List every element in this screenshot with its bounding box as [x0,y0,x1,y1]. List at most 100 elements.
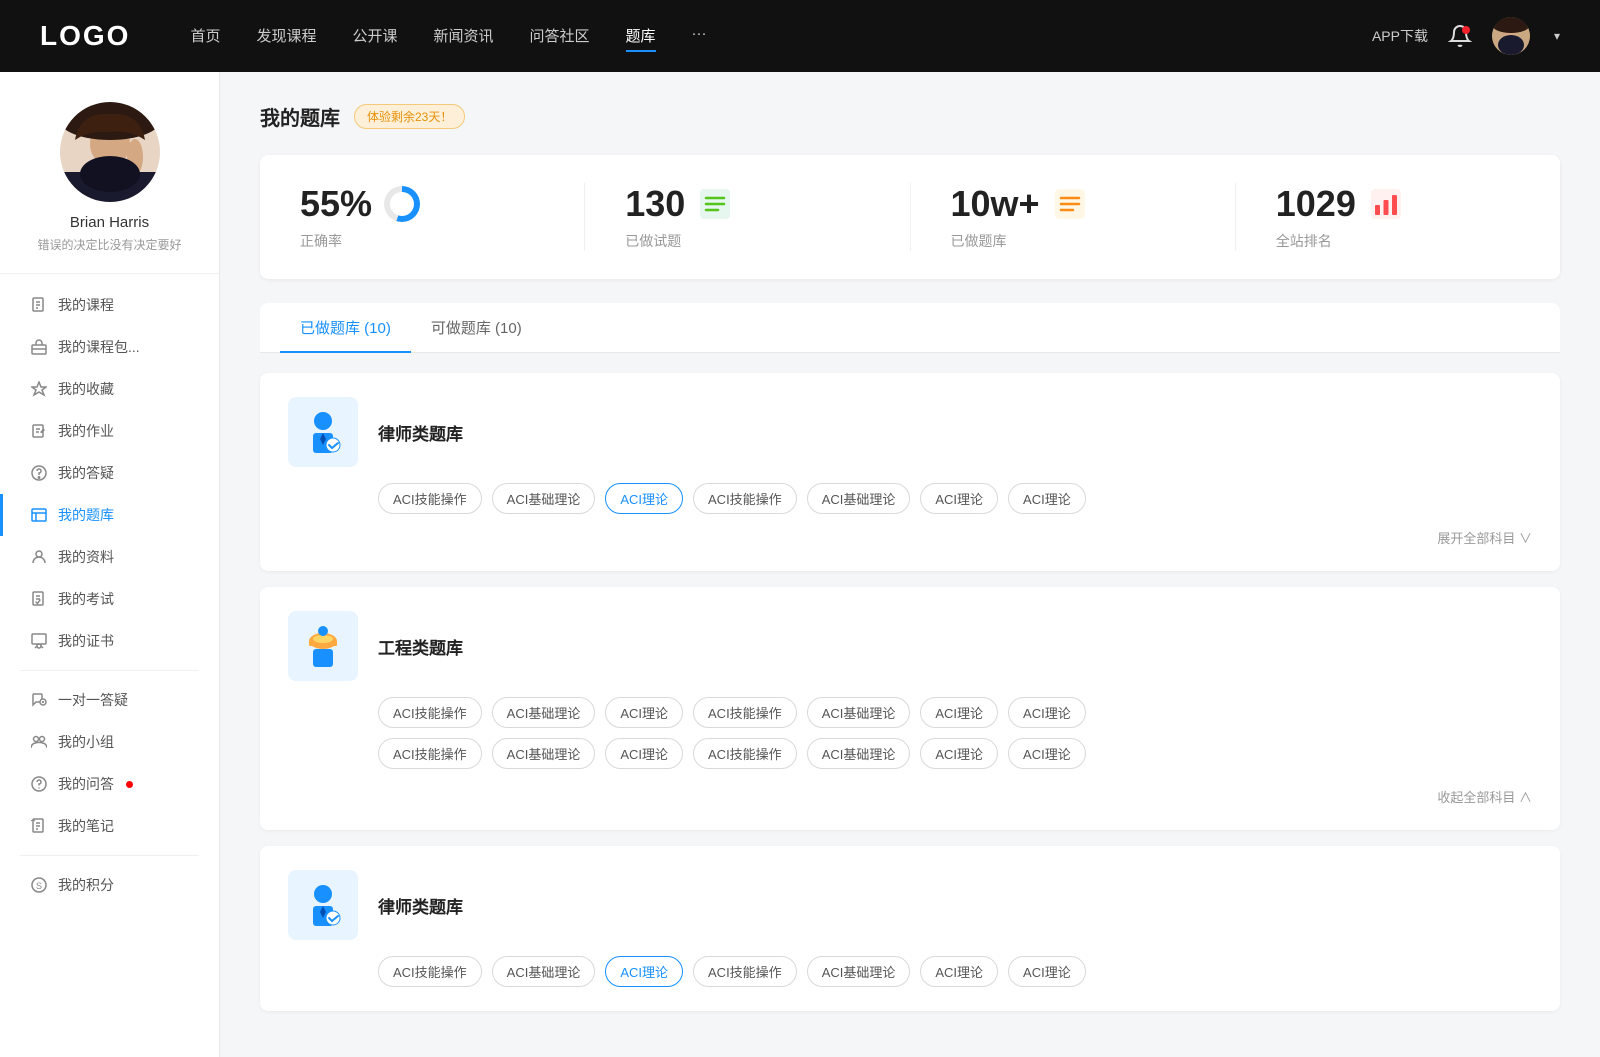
eng-tag-8[interactable]: ACI技能操作 [378,738,482,769]
engineer-tags-row-1: ACI技能操作 ACI基础理论 ACI理论 ACI技能操作 ACI基础理论 AC… [378,697,1532,728]
svg-text:S: S [36,881,42,891]
tag-aci-theory-3[interactable]: ACI理论 [1008,483,1086,514]
group-icon [30,733,48,751]
sidebar-label-my-packages: 我的课程包... [58,337,140,357]
stat-rank-value-row: 1029 [1276,183,1404,225]
law2-tag-2[interactable]: ACI基础理论 [492,956,596,987]
bank-card-lawyer-1-tags: ACI技能操作 ACI基础理论 ACI理论 ACI技能操作 ACI基础理论 AC… [378,483,1532,514]
sidebar-item-my-questions[interactable]: 我的问答 [0,763,219,805]
profile-name: Brian Harris [70,214,149,231]
bank-icon [30,506,48,524]
main-content: 我的题库 体验剩余23天！ 55% 正确率 130 [220,72,1600,1057]
sidebar-label-one-on-one: 一对一答疑 [58,690,128,710]
tutor-icon [30,691,48,709]
tag-aci-skill-op-1[interactable]: ACI技能操作 [378,483,482,514]
expand-link-lawyer-1[interactable]: 展开全部科目 ∨ [1437,528,1532,547]
divider-1 [20,670,199,671]
lawyer-2-icon [288,870,358,940]
sidebar-item-my-cert[interactable]: 我的证书 [0,620,219,662]
bank-card-engineer-title: 工程类题库 [378,634,463,659]
nav-open-course[interactable]: 公开课 [352,21,397,52]
eng-tag-1[interactable]: ACI技能操作 [378,697,482,728]
law2-tag-4[interactable]: ACI技能操作 [693,956,797,987]
sidebar-item-my-bank[interactable]: 我的题库 [0,494,219,536]
stat-accuracy: 55% 正确率 [260,183,585,251]
eng-tag-6[interactable]: ACI理论 [920,697,998,728]
sidebar-label-my-profile: 我的资料 [58,547,114,567]
eng-tag-10[interactable]: ACI理论 [605,738,683,769]
sidebar-item-one-on-one[interactable]: 一对一答疑 [0,679,219,721]
law2-tag-6[interactable]: ACI理论 [920,956,998,987]
stat-done-questions-value-row: 130 [625,183,733,225]
eng-tag-14[interactable]: ACI理论 [1008,738,1086,769]
tag-aci-theory-active[interactable]: ACI理论 [605,483,683,514]
list-green-icon [697,186,733,222]
tag-aci-basic-theory-2[interactable]: ACI基础理论 [807,483,911,514]
stat-done-questions: 130 已做试题 [585,183,910,251]
sidebar-item-my-profile[interactable]: 我的资料 [0,536,219,578]
eng-tag-13[interactable]: ACI理论 [920,738,998,769]
sidebar-label-my-points: 我的积分 [58,875,114,895]
eng-tag-12[interactable]: ACI基础理论 [807,738,911,769]
sidebar-item-my-homework[interactable]: 我的作业 [0,410,219,452]
tab-todo[interactable]: 可做题库 (10) [411,303,542,352]
bank-card-lawyer-2-tags: ACI技能操作 ACI基础理论 ACI理论 ACI技能操作 ACI基础理论 AC… [378,956,1532,987]
eng-tag-5[interactable]: ACI基础理论 [807,697,911,728]
sidebar-item-my-group[interactable]: 我的小组 [0,721,219,763]
sidebar-item-my-notes[interactable]: 我的笔记 [0,805,219,847]
page-header: 我的题库 体验剩余23天！ [260,102,1560,131]
app-download-button[interactable]: APP下载 [1372,26,1428,46]
bank-card-lawyer-1-footer: 展开全部科目 ∨ [288,520,1532,547]
notification-dot [126,781,133,788]
notification-bell-icon[interactable] [1448,24,1472,48]
profile-avatar [60,102,160,202]
tag-aci-skill-op-2[interactable]: ACI技能操作 [693,483,797,514]
tabs-row: 已做题库 (10) 可做题库 (10) [260,303,1560,353]
collapse-link-engineer[interactable]: 收起全部科目 ∧ [1437,787,1532,806]
tab-done[interactable]: 已做题库 (10) [280,303,411,352]
law2-tag-5[interactable]: ACI基础理论 [807,956,911,987]
nav-bank[interactable]: 题库 [626,21,656,52]
sidebar-item-my-exam[interactable]: 我的考试 [0,578,219,620]
navbar-right: APP下载 ▾ [1372,17,1560,55]
logo: LOGO [40,20,130,52]
eng-tag-11[interactable]: ACI技能操作 [693,738,797,769]
nav-more[interactable]: ··· [692,21,707,52]
bank-card-lawyer-1-title: 律师类题库 [378,420,463,445]
sidebar-item-my-favorites[interactable]: 我的收藏 [0,368,219,410]
points-icon: S [30,876,48,894]
law2-tag-7[interactable]: ACI理论 [1008,956,1086,987]
nav-discover[interactable]: 发现课程 [256,21,316,52]
law2-tag-1[interactable]: ACI技能操作 [378,956,482,987]
law2-tag-3-active[interactable]: ACI理论 [605,956,683,987]
avatar[interactable] [1492,17,1530,55]
tag-aci-basic-theory-1[interactable]: ACI基础理论 [492,483,596,514]
sidebar-label-my-group: 我的小组 [58,732,114,752]
lawyer-icon [288,397,358,467]
tag-aci-theory-2[interactable]: ACI理论 [920,483,998,514]
divider-2 [20,855,199,856]
eng-tag-9[interactable]: ACI基础理论 [492,738,596,769]
page-title: 我的题库 [260,102,340,131]
stat-done-banks-value: 10w+ [951,183,1040,225]
eng-tag-2[interactable]: ACI基础理论 [492,697,596,728]
bank-card-lawyer-2-header: 律师类题库 [288,870,1532,940]
bank-card-engineer-header: 工程类题库 [288,611,1532,681]
nav-qa[interactable]: 问答社区 [530,21,590,52]
eng-tag-3[interactable]: ACI理论 [605,697,683,728]
sidebar-item-my-packages[interactable]: 我的课程包... [0,326,219,368]
eng-tag-7[interactable]: ACI理论 [1008,697,1086,728]
nav-home[interactable]: 首页 [190,21,220,52]
eng-tag-4[interactable]: ACI技能操作 [693,697,797,728]
notes-icon [30,817,48,835]
user-dropdown-icon[interactable]: ▾ [1554,29,1560,43]
sidebar-item-my-points[interactable]: S 我的积分 [0,864,219,906]
avatar-image [1492,17,1530,55]
sidebar-item-my-qa[interactable]: 我的答疑 [0,452,219,494]
nav-news[interactable]: 新闻资讯 [434,21,494,52]
sidebar-label-my-exam: 我的考试 [58,589,114,609]
star-icon [30,380,48,398]
sidebar-label-my-cert: 我的证书 [58,631,114,651]
bank-card-lawyer-1: 律师类题库 ACI技能操作 ACI基础理论 ACI理论 ACI技能操作 ACI基… [260,373,1560,571]
sidebar-item-my-courses[interactable]: 我的课程 [0,284,219,326]
